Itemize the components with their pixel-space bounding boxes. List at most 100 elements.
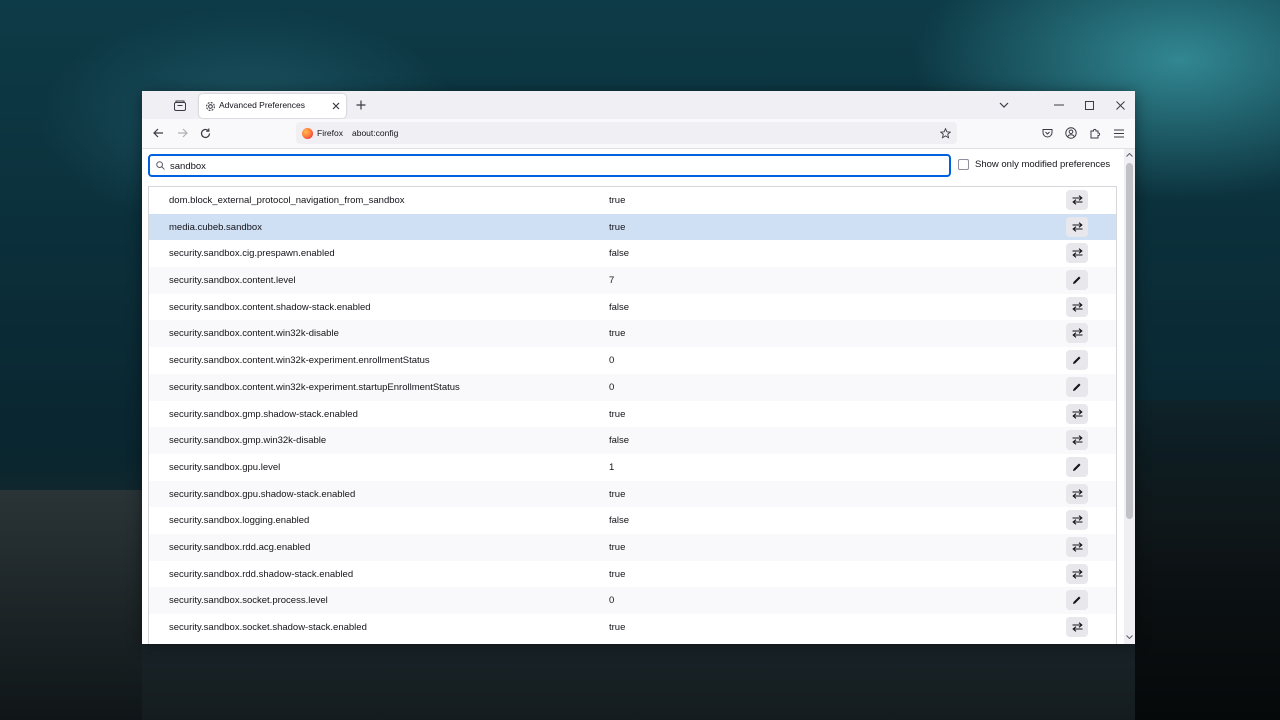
pref-row[interactable]: media.cubeb.sandbox true <box>149 213 1116 241</box>
scroll-up-arrow-icon[interactable] <box>1126 151 1133 158</box>
pref-row[interactable]: security.sandbox.content.level 7 <box>149 267 1116 294</box>
pref-value: true <box>609 195 626 206</box>
toggle-button[interactable] <box>1066 510 1088 531</box>
pref-value: true <box>609 221 626 233</box>
hamburger-menu-icon[interactable] <box>1112 126 1126 140</box>
toggle-arrows-icon <box>1071 622 1083 632</box>
pref-row[interactable]: security.sandbox.gmp.shadow-stack.enable… <box>149 401 1116 428</box>
toggle-button[interactable] <box>1066 483 1088 504</box>
reload-icon[interactable] <box>198 126 212 140</box>
pref-row[interactable]: security.sandbox.content.win32k-experime… <box>149 347 1116 374</box>
toggle-button[interactable] <box>1066 430 1088 451</box>
toggle-button[interactable] <box>1066 216 1088 237</box>
toggle-arrows-icon <box>1071 408 1083 419</box>
pref-row[interactable]: security.sandbox.content.win32k-experime… <box>149 373 1116 401</box>
maximize-icon[interactable] <box>1082 98 1096 112</box>
pencil-icon <box>1072 355 1082 365</box>
pref-row[interactable]: security.sandbox.content.shadow-stack.en… <box>149 294 1116 321</box>
pref-row[interactable]: security.sandbox.rdd.shadow-stack.enable… <box>149 561 1116 588</box>
edit-button[interactable] <box>1066 376 1088 397</box>
pref-row[interactable]: security.sandbox.socket.shadow-stack.ena… <box>149 614 1116 641</box>
edit-button[interactable] <box>1066 270 1088 291</box>
pref-name: dom.block_external_protocol_navigation_f… <box>169 195 405 206</box>
pref-value: 7 <box>609 275 615 287</box>
pref-name: security.sandbox.rdd.shadow-stack.enable… <box>169 568 354 580</box>
pref-value: true <box>609 541 626 553</box>
list-all-tabs-chevron-down-icon[interactable] <box>997 98 1011 112</box>
pocket-icon[interactable] <box>1040 126 1054 140</box>
close-tab-icon[interactable] <box>329 99 342 112</box>
toggle-button[interactable] <box>1066 617 1088 637</box>
scrollbar-thumb[interactable] <box>1126 163 1133 519</box>
tab-advanced-preferences[interactable]: Advanced Preferences <box>199 94 346 118</box>
pref-name: security.sandbox.content.shadow-stack.en… <box>169 301 371 313</box>
pref-row[interactable]: security.sandbox.gpu.level 1 <box>149 454 1116 481</box>
pref-name: security.sandbox.content.win32k-disable <box>169 328 339 340</box>
wallpaper-trees-right <box>1135 400 1280 720</box>
pref-name: security.sandbox.content.win32k-experime… <box>169 355 430 367</box>
toggle-arrows-icon <box>1071 302 1083 312</box>
toggle-button[interactable] <box>1066 190 1088 210</box>
gear-icon <box>204 100 216 112</box>
pref-row[interactable]: security.sandbox.logging.enabled false <box>149 507 1116 534</box>
pref-row[interactable]: security.sandbox.content.win32k-disable t… <box>149 320 1116 348</box>
account-icon[interactable] <box>1064 126 1078 140</box>
toggle-button[interactable] <box>1066 243 1088 264</box>
pref-row[interactable]: security.sandbox.rdd.acg.enabled true <box>149 533 1116 561</box>
pref-value: 0 <box>609 355 615 367</box>
show-modified-checkbox[interactable] <box>958 159 969 170</box>
pref-row[interactable]: security.sandbox.socket.process.level 0 <box>149 587 1116 614</box>
pref-name: security.sandbox.socket.shadow-stack.ena… <box>169 622 367 633</box>
pref-name: security.sandbox.content.win32k-experime… <box>169 381 460 393</box>
toggle-button[interactable] <box>1066 563 1088 584</box>
pref-row[interactable]: security.sandbox.cig.prespawn.enabled fal… <box>149 240 1116 267</box>
firefox-view-icon[interactable] <box>173 98 187 112</box>
pencil-icon <box>1072 595 1082 605</box>
toggle-button[interactable] <box>1066 536 1088 557</box>
pref-row[interactable]: security.sandbox.gpu.shadow-stack.enable… <box>149 480 1116 508</box>
edit-button[interactable] <box>1066 350 1088 371</box>
pref-value: false <box>609 248 630 260</box>
toggle-arrows-icon <box>1071 435 1083 445</box>
minimize-icon[interactable] <box>1052 98 1066 112</box>
bookmark-star-icon[interactable] <box>938 126 952 140</box>
toggle-arrows-icon <box>1071 221 1083 232</box>
toggle-button[interactable] <box>1066 296 1088 317</box>
identity-box[interactable]: Firefox <box>302 122 343 144</box>
page-scrollbar[interactable] <box>1124 149 1135 644</box>
pencil-icon <box>1072 462 1082 472</box>
pencil-icon <box>1072 275 1082 285</box>
pref-name: security.sandbox.gpu.level <box>169 461 281 473</box>
close-window-icon[interactable] <box>1113 98 1127 112</box>
pref-name: security.sandbox.logging.enabled <box>169 515 310 527</box>
url-text[interactable]: about:config <box>352 128 398 138</box>
preferences-table: dom.block_external_protocol_navigation_f… <box>148 186 1117 644</box>
pref-row[interactable]: dom.block_external_protocol_navigation_f… <box>149 187 1116 214</box>
url-bar[interactable]: Firefox about:config <box>296 122 957 144</box>
wallpaper-trees-left <box>0 490 142 720</box>
pencil-icon <box>1072 382 1082 392</box>
pref-value: 0 <box>609 595 615 607</box>
pref-name: security.sandbox.gmp.shadow-stack.enable… <box>169 408 358 420</box>
toggle-arrows-icon <box>1071 515 1083 525</box>
forward-arrow-icon[interactable] <box>175 126 189 140</box>
search-input[interactable] <box>170 159 930 173</box>
show-modified-toggle[interactable]: Show only modified preferences <box>958 159 1110 170</box>
navigation-bar: Firefox about:config <box>142 119 1135 149</box>
pref-value: true <box>609 408 626 420</box>
extensions-puzzle-icon[interactable] <box>1088 126 1102 140</box>
scroll-down-arrow-icon[interactable] <box>1126 633 1133 640</box>
pref-value: 1 <box>609 461 615 473</box>
edit-button[interactable] <box>1066 456 1088 477</box>
tab-bar: Advanced Preferences <box>142 91 1135 119</box>
search-box[interactable] <box>148 154 951 177</box>
back-arrow-icon[interactable] <box>151 126 165 140</box>
search-icon <box>155 160 166 171</box>
new-tab-icon[interactable] <box>354 98 368 112</box>
pref-row[interactable]: security.sandbox.gmp.win32k-disable false <box>149 427 1116 454</box>
pref-value: true <box>609 622 626 633</box>
toggle-button[interactable] <box>1066 403 1088 424</box>
pref-value: false <box>609 301 630 313</box>
toggle-button[interactable] <box>1066 323 1088 344</box>
edit-button[interactable] <box>1066 590 1088 611</box>
